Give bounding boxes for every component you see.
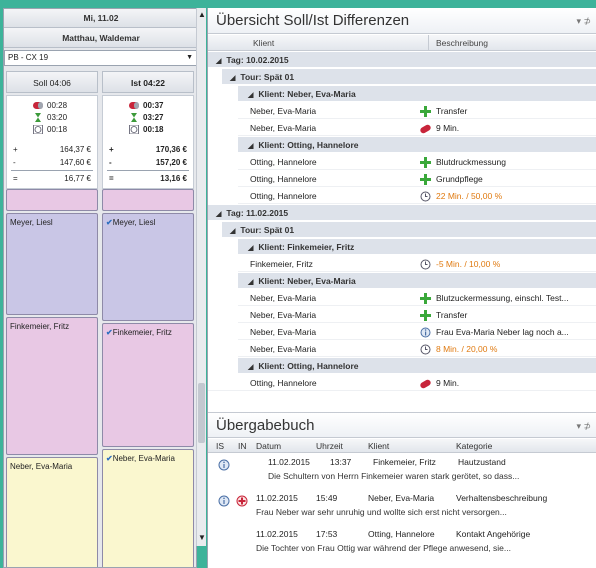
table-row[interactable]: Otting, Hannelore 22 Min. / 50,00 %	[238, 188, 596, 204]
group-tag[interactable]: ◢ Tag: 10.02.2015	[208, 52, 596, 68]
scrollbar-thumb[interactable]	[198, 383, 205, 443]
green-plus-icon	[420, 106, 431, 117]
table-row[interactable]: Finkemeier, Fritz -5 Min. / 10,00 %	[238, 256, 596, 272]
soll-header: Soll 04:06	[6, 71, 98, 93]
group-klient[interactable]: ◢ Klient: Otting, Hannelore	[238, 358, 596, 374]
pill-icon	[129, 102, 139, 109]
uebergabe-entry[interactable]: 11.02.2015 15:49 Neber, Eva-Maria Verhal…	[208, 491, 596, 525]
check-icon: ✔	[106, 454, 113, 463]
ist-time-2: 03:27	[143, 113, 164, 122]
nurse-name: Matthau, Waldemar	[4, 28, 196, 48]
soll-time-2: 03:20	[47, 113, 68, 122]
scroll-up-icon[interactable]: ▲	[198, 10, 206, 19]
uebergabe-entry[interactable]: 11.02.2015 17:53 Otting, Hannelore Konta…	[208, 527, 596, 561]
uebergabe-title-bar: Übergabebuch ▾ ⊅	[208, 412, 596, 438]
uebersicht-column-header: Klient Beschreibung	[208, 35, 596, 51]
uebersicht-title: Übersicht Soll/Ist Differenzen	[216, 12, 410, 29]
group-klient[interactable]: ◢ Klient: Neber, Eva-Maria	[238, 86, 596, 102]
schedule-block-meyer-soll[interactable]: Meyer, Liesl	[6, 213, 98, 315]
pin-icon[interactable]: ▾ ⊅	[576, 8, 591, 34]
ist-header: Ist 04:22	[102, 71, 194, 93]
uebergabe-title: Übergabebuch	[216, 417, 315, 434]
chevron-down-icon[interactable]: ▼	[186, 51, 193, 65]
tour-select-value: PB - CX 19	[8, 53, 49, 62]
col-uhrzeit[interactable]: Uhrzeit	[316, 439, 343, 453]
right-panel: Übersicht Soll/Ist Differenzen ▾ ⊅ Klien…	[207, 8, 596, 568]
col-in[interactable]: IN	[238, 439, 247, 453]
group-tour[interactable]: ◢ Tour: Spät 01	[222, 69, 596, 85]
uebergabe-column-header: IS IN Datum Uhrzeit Klient Kategorie	[208, 439, 596, 453]
hourglass-icon	[131, 113, 137, 122]
group-tour[interactable]: ◢ Tour: Spät 01	[222, 222, 596, 238]
table-row[interactable]: Neber, Eva-Maria Transfer	[238, 307, 596, 323]
clock-icon	[420, 191, 431, 202]
table-row[interactable]: Otting, Hannelore Grundpflege	[238, 171, 596, 187]
soll-time-3: 00:18	[47, 125, 68, 134]
soll-time-1: 00:28	[47, 101, 68, 110]
schedule-block[interactable]	[6, 189, 98, 211]
pill-icon	[420, 124, 431, 134]
clock-icon	[129, 125, 139, 134]
schedule-block-meyer-ist[interactable]: ✔Meyer, Liesl	[102, 213, 194, 321]
schedule-block-neber-ist[interactable]: ✔Neber, Eva-Maria	[102, 449, 194, 567]
table-row[interactable]: Neber, Eva-Maria 8 Min. / 20,00 %	[238, 341, 596, 357]
scroll-down-icon[interactable]: ▼	[198, 533, 206, 542]
pill-icon	[420, 379, 431, 389]
group-tag[interactable]: ◢ Tag: 11.02.2015	[208, 205, 596, 221]
schedule-block-finkemeier-soll[interactable]: Finkemeier, Fritz	[6, 317, 98, 455]
col-kategorie[interactable]: Kategorie	[456, 439, 492, 453]
soll-total-value: 16,77 €	[64, 174, 91, 183]
ist-minus-value: 157,20 €	[155, 158, 187, 167]
day-schedule-panel: Mi, 11.02 Matthau, Waldemar PB - CX 19 ▼…	[3, 8, 197, 568]
uebersicht-title-bar: Übersicht Soll/Ist Differenzen ▾ ⊅	[208, 8, 596, 34]
green-plus-icon	[420, 174, 431, 185]
check-icon: ✔	[106, 218, 113, 227]
group-klient[interactable]: ◢ Klient: Neber, Eva-Maria	[238, 273, 596, 289]
ist-plus-value: 170,36 €	[155, 145, 187, 154]
table-row[interactable]: Neber, Eva-Maria Transfer	[238, 103, 596, 119]
pin-icon[interactable]: ▾ ⊅	[576, 413, 591, 439]
table-row[interactable]: Neber, Eva-Maria 9 Min.	[238, 120, 596, 136]
day-label: Mi, 11.02	[4, 9, 196, 28]
hourglass-icon	[35, 113, 41, 122]
col-is[interactable]: IS	[216, 439, 224, 453]
red-cross-icon	[236, 495, 248, 507]
schedule-block[interactable]	[102, 189, 194, 211]
col-klient[interactable]: Klient	[253, 35, 274, 51]
green-plus-icon	[420, 293, 431, 304]
uebergabe-entry[interactable]: 11.02.2015 13:37 Finkemeier, Fritz Hautz…	[208, 455, 596, 489]
info-icon	[420, 327, 431, 338]
clock-icon	[420, 259, 431, 270]
info-icon	[218, 495, 230, 507]
pill-icon	[33, 102, 43, 109]
soll-minus-value: 147,60 €	[59, 158, 91, 167]
schedule-block-finkemeier-ist[interactable]: ✔Finkemeier, Fritz	[102, 323, 194, 447]
clock-icon	[33, 125, 43, 134]
clock-icon	[420, 344, 431, 355]
ist-stats: 00:37 03:27 00:18 +170,36 € -157,20 € = 1…	[102, 95, 194, 189]
col-beschreibung[interactable]: Beschreibung	[436, 35, 488, 51]
ist-time-3: 00:18	[143, 125, 164, 134]
ist-total-value: 13,16 €	[160, 174, 187, 183]
table-row[interactable]: Neber, Eva-Maria Frau Eva-Maria Neber lag…	[238, 324, 596, 340]
table-row[interactable]: Otting, Hannelore 9 Min.	[208, 375, 596, 391]
tour-select[interactable]: PB - CX 19 ▼	[4, 50, 196, 66]
col-datum[interactable]: Datum	[256, 439, 281, 453]
green-plus-icon	[420, 157, 431, 168]
soll-stats: 00:28 03:20 00:18 +164,37 € -147,60 € = 1…	[6, 95, 98, 189]
info-icon	[218, 459, 230, 471]
col-klient[interactable]: Klient	[368, 439, 389, 453]
check-icon: ✔	[106, 328, 113, 337]
group-klient[interactable]: ◢ Klient: Otting, Hannelore	[238, 137, 596, 153]
table-row[interactable]: Neber, Eva-Maria Blutzuckermessung, einsc…	[238, 290, 596, 306]
green-plus-icon	[420, 310, 431, 321]
vertical-scrollbar[interactable]: ▲ ▼	[196, 8, 206, 546]
soll-plus-value: 164,37 €	[59, 145, 91, 154]
group-klient[interactable]: ◢ Klient: Finkemeier, Fritz	[238, 239, 596, 255]
ist-time-1: 00:37	[143, 101, 164, 110]
schedule-block-neber-soll[interactable]: Neber, Eva-Maria	[6, 457, 98, 567]
table-row[interactable]: Otting, Hannelore Blutdruckmessung	[238, 154, 596, 170]
